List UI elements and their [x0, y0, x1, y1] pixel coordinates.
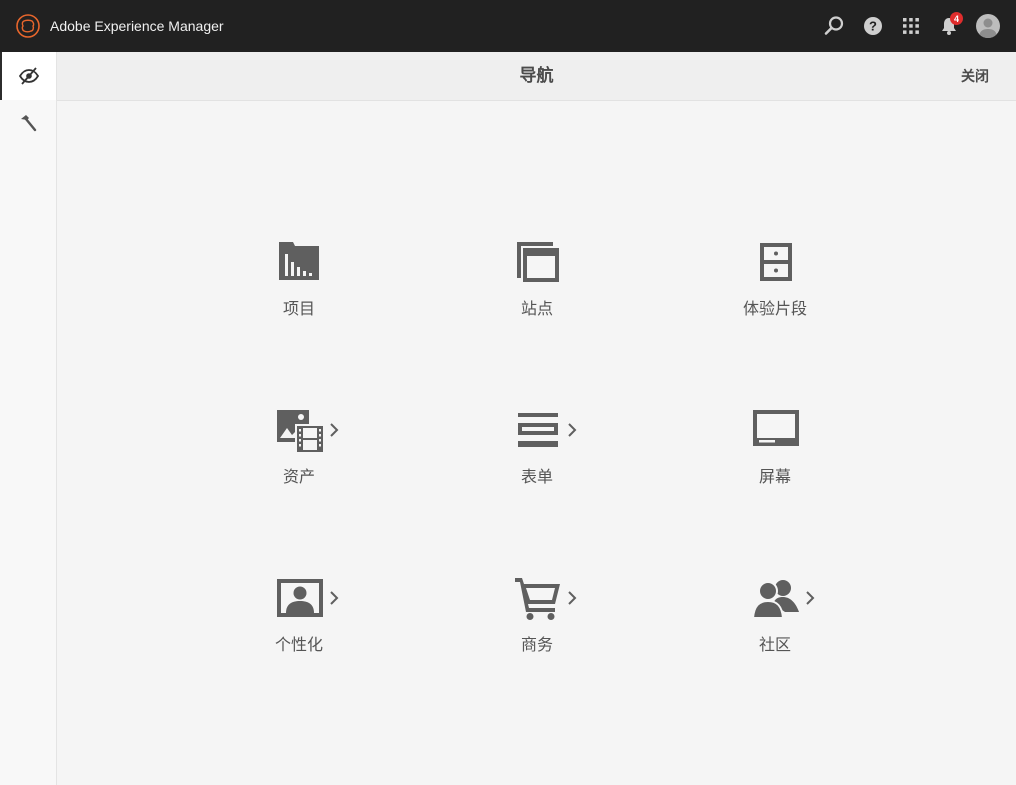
page-title: 导航: [519, 66, 554, 85]
close-button[interactable]: 关闭: [961, 52, 989, 100]
tile-commerce[interactable]: 商务: [467, 576, 607, 676]
tile-screens[interactable]: 屏幕: [705, 408, 845, 508]
chevron-right-icon: [330, 591, 339, 605]
tile-experience-fragments[interactable]: 体验片段: [705, 240, 845, 340]
tile-label: 项目: [282, 301, 315, 318]
projects-icon: [279, 242, 319, 280]
chevron-right-icon: [568, 591, 577, 605]
tile-label: 屏幕: [758, 469, 791, 486]
svg-text:?: ?: [869, 19, 877, 34]
tile-label: 个性化: [274, 637, 323, 654]
navigation-eye-icon: [18, 67, 40, 85]
rail-tools-button[interactable]: [0, 99, 56, 147]
notification-count-badge: 4: [950, 12, 963, 25]
sites-icon: [517, 242, 559, 282]
tile-label: 社区: [758, 637, 791, 654]
left-rail: [0, 52, 57, 785]
tile-label: 体验片段: [742, 301, 807, 318]
chevron-right-icon: [568, 423, 577, 437]
aem-logo-icon[interactable]: [16, 14, 40, 38]
tile-label: 商务: [520, 637, 553, 654]
tile-label: 站点: [520, 301, 553, 318]
rail-navigation-button[interactable]: [0, 52, 56, 100]
tile-sites[interactable]: 站点: [467, 240, 607, 340]
tile-assets[interactable]: 资产: [229, 408, 369, 508]
help-icon[interactable]: ?: [861, 14, 885, 38]
chevron-right-icon: [330, 423, 339, 437]
tools-hammer-icon: [21, 115, 37, 132]
search-icon[interactable]: [822, 14, 846, 38]
screens-icon: [753, 410, 799, 446]
chevron-right-icon: [806, 591, 815, 605]
apps-grid-icon[interactable]: [899, 14, 923, 38]
experience-fragments-icon: [760, 243, 792, 281]
tile-communities[interactable]: 社区: [705, 576, 845, 676]
personalization-icon: [277, 579, 323, 617]
app-title[interactable]: Adobe Experience Manager: [50, 0, 224, 52]
top-app-bar: Adobe Experience Manager ? 4: [0, 0, 1016, 52]
tile-label: 资产: [282, 469, 315, 486]
tile-label: 表单: [520, 469, 553, 486]
navigation-header: 导航 关闭: [57, 52, 1016, 101]
user-avatar[interactable]: [976, 14, 1000, 38]
tile-personalization[interactable]: 个性化: [229, 576, 369, 676]
communities-icon: [753, 580, 799, 619]
tile-forms[interactable]: 表单: [467, 408, 607, 508]
commerce-cart-icon: [515, 578, 560, 620]
forms-icon: [518, 413, 558, 447]
assets-icon: [277, 410, 323, 452]
tile-projects[interactable]: 项目: [229, 240, 369, 340]
